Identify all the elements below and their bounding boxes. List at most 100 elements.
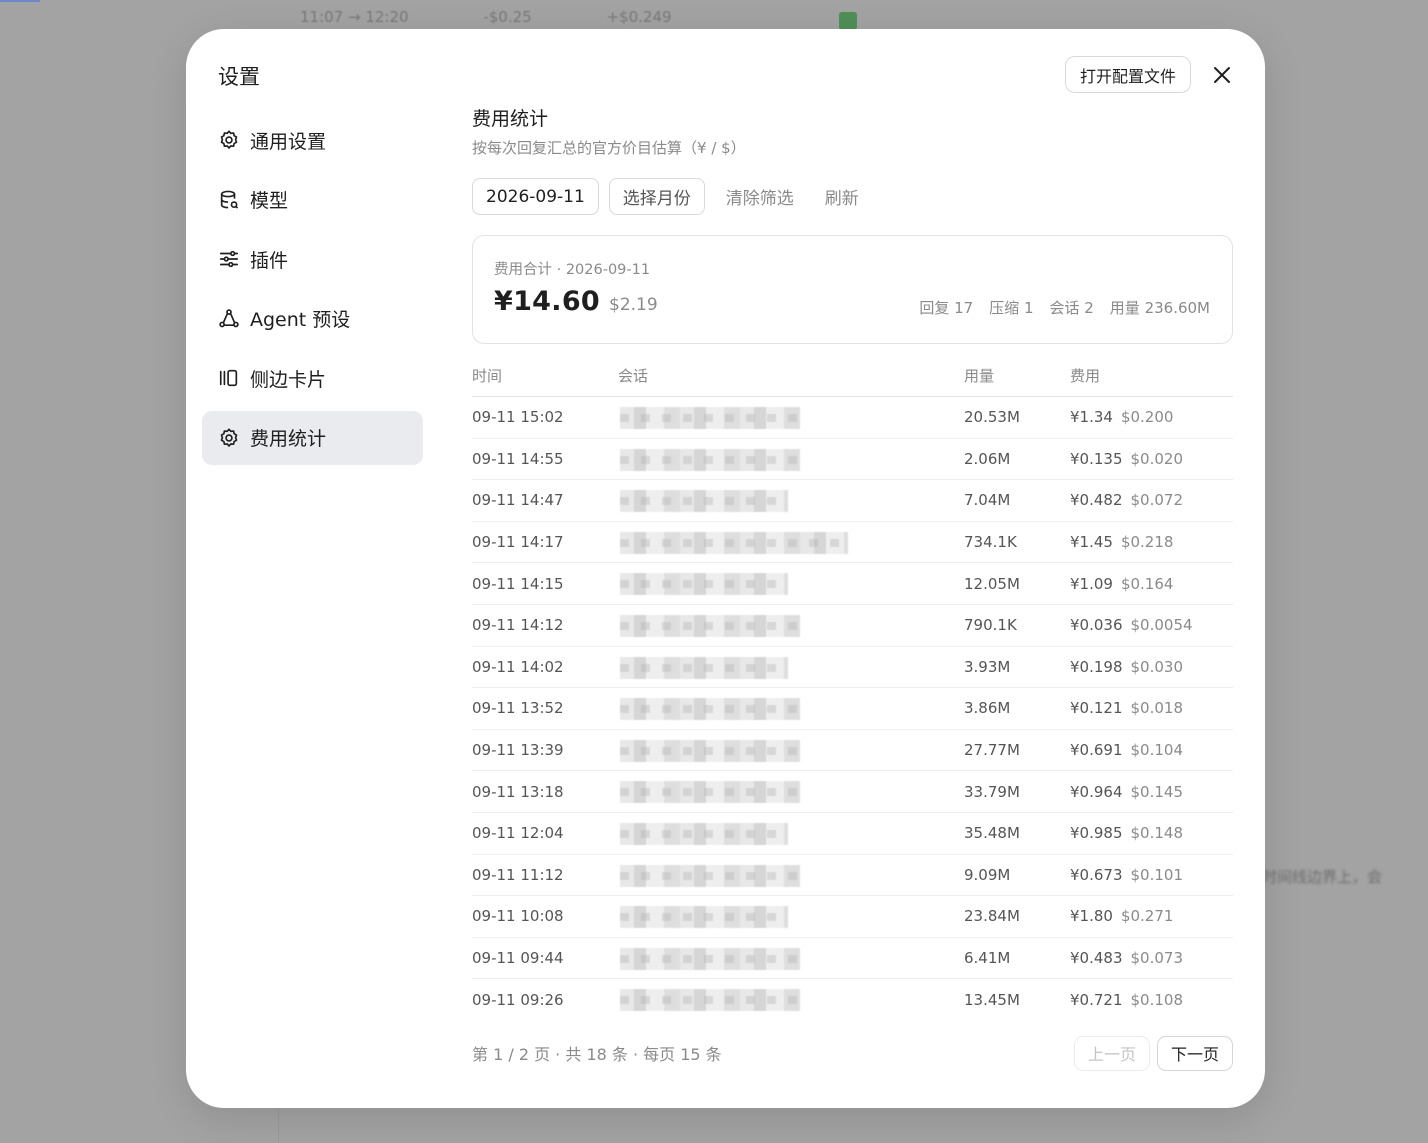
cell-session-redacted — [618, 979, 964, 1021]
table-row[interactable]: 09-11 14:17 734.1K ¥1.45 $0.218 — [472, 522, 1233, 564]
clear-filter-button[interactable]: 清除筛选 — [726, 184, 794, 209]
cell-fee: ¥1.34 $0.200 — [1070, 408, 1233, 426]
redacted-session-name — [620, 989, 800, 1012]
table-row[interactable]: 09-11 10:08 23.84M ¥1.80 $0.271 — [472, 896, 1233, 938]
fee-usd: $0.271 — [1120, 907, 1174, 926]
cell-fee: ¥1.45 $0.218 — [1070, 533, 1233, 551]
cell-fee: ¥0.985 $0.148 — [1070, 824, 1233, 842]
select-month-button[interactable]: 选择月份 — [608, 178, 705, 215]
background-status-square — [839, 12, 857, 30]
background-row: 11:07 → 12:20 -$0.25 +$0.249 — [300, 8, 742, 26]
cell-usage: 27.77M — [964, 741, 1020, 760]
background-text: 时间线边界上，会 — [1262, 868, 1383, 886]
sidebar-item-label: 通用设置 — [250, 130, 327, 153]
fee-cny: ¥0.198 — [1070, 657, 1123, 676]
fee-usd: $0.0054 — [1130, 616, 1193, 635]
sidebar-item-cost-stats[interactable]: 费用统计 — [202, 410, 423, 465]
settings-sidebar: 通用设置 模型 插件 Agent 预设 侧边卡片 费用统计 — [202, 113, 423, 470]
table-header: 时间 会话 用量 费用 — [472, 364, 1233, 397]
table-row[interactable]: 09-11 09:26 13.45M ¥0.721 $0.108 — [472, 979, 1233, 1021]
fee-cny: ¥0.985 — [1070, 824, 1123, 843]
cell-usage: 9.09M — [964, 865, 1011, 884]
sidebar-item-label: 费用统计 — [250, 428, 327, 450]
open-config-button[interactable]: 打开配置文件 — [1064, 56, 1191, 93]
table-row[interactable]: 09-11 15:02 20.53M ¥1.34 $0.200 — [472, 397, 1233, 439]
fee-cny: ¥1.09 — [1070, 574, 1113, 593]
sidebar-item-label: Agent 预设 — [250, 309, 351, 331]
cell-fee: ¥1.09 $0.164 — [1070, 575, 1233, 593]
cell-session-redacted — [618, 480, 964, 521]
cell-usage: 2.06M — [964, 449, 1011, 468]
table-row[interactable]: 09-11 14:47 7.04M ¥0.482 $0.072 — [472, 480, 1233, 522]
fee-usd: $0.108 — [1130, 991, 1184, 1010]
table-row[interactable]: 09-11 11:12 9.09M ¥0.673 $0.101 — [472, 855, 1233, 897]
table-row[interactable]: 09-11 14:55 2.06M ¥0.135 $0.020 — [472, 439, 1233, 481]
database-icon — [218, 189, 240, 211]
cell-session-redacted — [618, 647, 964, 688]
redacted-session-name — [620, 614, 800, 637]
table-body: 09-11 15:02 20.53M ¥1.34 $0.200 09-11 14:55 2… — [472, 397, 1233, 1021]
redacted-session-name — [620, 822, 788, 845]
table-row[interactable]: 09-11 12:04 35.48M ¥0.985 $0.148 — [472, 813, 1233, 855]
table-row[interactable]: 09-11 13:52 3.86M ¥0.121 $0.018 — [472, 688, 1233, 730]
table-row[interactable]: 09-11 13:18 33.79M ¥0.964 $0.145 — [472, 771, 1233, 813]
cell-time: 09-11 14:02 — [472, 657, 564, 676]
cost-stats-panel: 费用统计 按每次回复汇总的官方价目估算（¥ / $） 2026-09-11 选择… — [472, 104, 1233, 1021]
sidebar-item-label: 模型 — [250, 190, 289, 212]
gear-icon — [218, 427, 240, 449]
cell-fee: ¥0.691 $0.104 — [1070, 741, 1233, 759]
fee-cny: ¥1.34 — [1070, 408, 1113, 427]
summary-total-usd: $2.19 — [609, 295, 658, 315]
background-time-range: 11:07 → 12:20 — [300, 8, 409, 26]
fee-usd: $0.200 — [1120, 408, 1174, 427]
filter-toolbar: 2026-09-11 选择月份 清除筛选 刷新 — [472, 178, 1233, 215]
cell-fee: ¥0.964 $0.145 — [1070, 783, 1233, 801]
cell-usage: 3.86M — [964, 699, 1011, 718]
sidebar-item-side-cards[interactable]: 侧边卡片 — [202, 351, 423, 405]
background-accent-line — [0, 0, 40, 2]
fee-cny: ¥0.673 — [1070, 865, 1123, 884]
table-row[interactable]: 09-11 14:15 12.05M ¥1.09 $0.164 — [472, 563, 1233, 605]
next-page-button[interactable]: 下一页 — [1156, 1035, 1233, 1071]
cell-usage: 33.79M — [964, 782, 1020, 801]
fee-usd: $0.101 — [1130, 865, 1184, 884]
redacted-session-name — [620, 573, 788, 596]
redacted-session-name — [620, 864, 800, 887]
cost-summary-card: 费用合计 · 2026-09-11 ¥14.60 $2.19 回复 17 压缩 … — [472, 235, 1233, 344]
fee-usd: $0.018 — [1130, 699, 1184, 718]
summary-total: ¥14.60 $2.19 — [494, 286, 658, 317]
cell-usage: 6.41M — [964, 949, 1011, 968]
fee-usd: $0.073 — [1130, 949, 1184, 968]
cell-session-redacted — [618, 813, 964, 854]
sidebar-item-agent-presets[interactable]: Agent 预设 — [202, 292, 423, 346]
date-filter[interactable]: 2026-09-11 — [472, 178, 599, 215]
fee-usd: $0.030 — [1130, 657, 1184, 676]
summary-sessions: 会话 2 — [1049, 299, 1094, 317]
close-icon[interactable] — [1207, 60, 1237, 90]
cell-usage: 20.53M — [964, 408, 1020, 427]
cell-usage: 734.1K — [964, 533, 1017, 552]
sidebar-item-plugins[interactable]: 插件 — [202, 232, 423, 286]
cell-session-redacted — [618, 605, 964, 646]
table-row[interactable]: 09-11 14:02 3.93M ¥0.198 $0.030 — [472, 647, 1233, 689]
table-row[interactable]: 09-11 09:44 6.41M ¥0.483 $0.073 — [472, 938, 1233, 980]
cell-session-redacted — [618, 855, 964, 896]
fee-cny: ¥0.121 — [1070, 699, 1123, 718]
cell-time: 09-11 14:55 — [472, 449, 564, 468]
redacted-session-name — [620, 906, 788, 929]
cell-session-redacted — [618, 771, 964, 812]
fee-usd: $0.148 — [1130, 824, 1184, 843]
sidebar-item-model[interactable]: 模型 — [202, 173, 423, 227]
table-row[interactable]: 09-11 13:39 27.77M ¥0.691 $0.104 — [472, 730, 1233, 772]
pagination-info: 第 1 / 2 页 · 共 18 条 · 每页 15 条 — [472, 1045, 722, 1064]
table-row[interactable]: 09-11 14:12 790.1K ¥0.036 $0.0054 — [472, 605, 1233, 647]
fee-cny: ¥0.964 — [1070, 782, 1123, 801]
prev-page-button[interactable]: 上一页 — [1073, 1035, 1150, 1071]
sidebar-item-general[interactable]: 通用设置 — [202, 113, 423, 167]
redacted-session-name — [620, 698, 800, 721]
refresh-button[interactable]: 刷新 — [825, 184, 859, 209]
cell-time: 09-11 13:52 — [472, 699, 564, 718]
column-header-time: 时间 — [472, 367, 503, 385]
fee-usd: $0.020 — [1130, 449, 1184, 468]
fee-cny: ¥0.691 — [1070, 741, 1123, 760]
